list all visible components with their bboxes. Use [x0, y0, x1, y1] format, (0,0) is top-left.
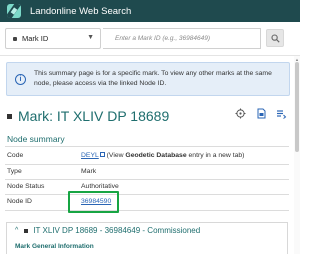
mark-accordion[interactable]: ^ IT XLIV DP 18689 - 36984649 - Commissi… [6, 222, 288, 254]
list-icon[interactable] [276, 108, 287, 119]
info-icon: i [15, 74, 26, 85]
row-divider [5, 210, 289, 211]
section-divider [5, 146, 289, 147]
accordion-title: IT XLIV DP 18689 - 36984649 - Commission… [33, 226, 201, 235]
code-label: Code [7, 152, 24, 159]
node-status-label: Node Status [7, 183, 45, 190]
row-code: Code DEYL (View Geodetic Database entry … [7, 149, 287, 163]
code-text-pre: (View [106, 152, 124, 159]
row-node-id: Node ID 36984590 [7, 195, 287, 209]
info-banner: i This summary page is for a specific ma… [6, 62, 290, 96]
landonline-logo-icon[interactable] [7, 4, 21, 18]
geodetic-database-text: Geodetic Database [125, 152, 187, 159]
app-title: Landonline Web Search [30, 5, 132, 17]
search-type-value: Mark ID [22, 34, 49, 43]
search-type-select[interactable]: Mark ID ▼ [5, 28, 101, 49]
mark-symbol-icon [7, 113, 12, 119]
accordion-header[interactable]: ^ IT XLIV DP 18689 - 36984649 - Commissi… [15, 226, 200, 235]
search-button[interactable] [266, 29, 284, 47]
crosshair-icon[interactable] [235, 108, 246, 119]
mark-type-icon [13, 36, 17, 41]
search-icon [271, 34, 280, 43]
row-type: Type Mark [7, 165, 287, 179]
code-value: DEYL (View Geodetic Database entry in a … [81, 149, 244, 163]
search-input[interactable]: Enter a Mark ID (e.g., 36984649) [103, 28, 261, 49]
node-id-label: Node ID [7, 198, 32, 205]
top-bar: Landonline Web Search [0, 0, 300, 22]
scrollbar-thumb[interactable] [295, 62, 299, 152]
page-title: Mark: IT XLIV DP 18689 [18, 108, 170, 124]
chevron-down-icon: ▼ [87, 34, 94, 41]
external-link-icon[interactable] [99, 152, 105, 157]
mark-heading: Mark: IT XLIV DP 18689 [7, 106, 169, 126]
info-banner-text: This summary page is for a specific mark… [34, 70, 272, 87]
node-id-highlight [68, 191, 119, 213]
chevron-up-icon[interactable]: ^ [15, 227, 18, 234]
type-label: Type [7, 168, 22, 175]
section-title: Node summary [7, 134, 65, 144]
code-link[interactable]: DEYL [81, 152, 99, 159]
accordion-subheading: Mark General Information [15, 243, 94, 250]
mark-symbol-icon [24, 228, 29, 233]
row-node-status: Node Status Authoritative [7, 180, 287, 194]
type-value: Mark [81, 168, 97, 175]
export-icon[interactable] [256, 108, 267, 119]
code-text-post: entry in a new tab) [188, 152, 245, 159]
